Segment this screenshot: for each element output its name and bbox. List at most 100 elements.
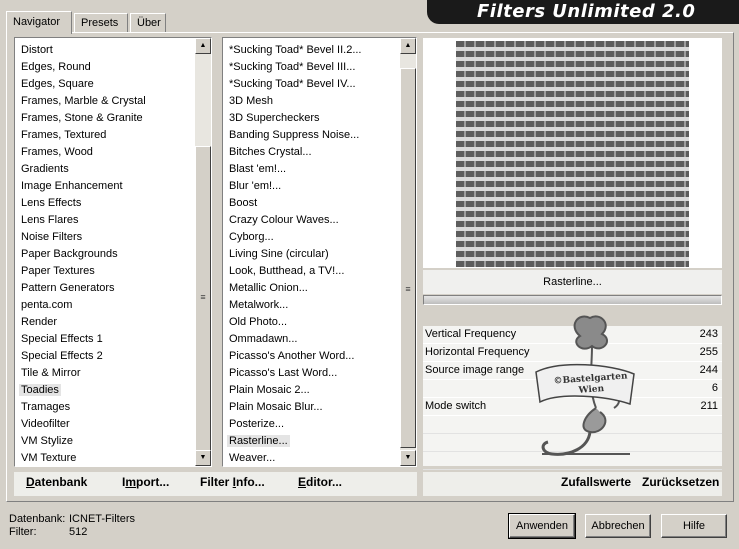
tab-navigator[interactable]: Navigator	[6, 11, 72, 34]
category-item[interactable]: Lens Effects	[15, 195, 146, 212]
category-item[interactable]: Distort	[15, 42, 146, 59]
filter-item[interactable]: Old Photo...	[223, 314, 362, 331]
arrow-down-icon[interactable]: ▼	[195, 450, 211, 466]
zufallswerte-button[interactable]: Zufallswerte	[561, 475, 631, 489]
category-item[interactable]: Frames, Textured	[15, 127, 146, 144]
category-item[interactable]: Noise Filters	[15, 229, 146, 246]
datenbank-button[interactable]: Datenbank	[26, 475, 87, 489]
category-item[interactable]: Paper Textures	[15, 263, 146, 280]
category-item[interactable]: Tramages	[15, 399, 146, 416]
filter-item[interactable]: Look, Butthead, a TV!...	[223, 263, 362, 280]
category-item-label: Videofilter	[21, 418, 70, 430]
filter-list[interactable]: *Sucking Toad* Bevel II.2... *Sucking Toa…	[222, 37, 417, 467]
category-item[interactable]: Edges, Round	[15, 59, 146, 76]
filter-count-label: Filter:	[9, 526, 37, 538]
filter-item[interactable]: *Sucking Toad* Bevel II.2...	[223, 42, 362, 59]
category-item[interactable]: Lens Flares	[15, 212, 146, 229]
filter-item[interactable]: Posterize...	[223, 416, 362, 433]
filter-item[interactable]: Blur 'em!...	[223, 178, 362, 195]
import-button[interactable]: Import...	[122, 475, 169, 489]
filter-item-label: Living Sine (circular)	[229, 248, 329, 260]
category-item[interactable]: Videofilter	[15, 416, 146, 433]
filter-item[interactable]: Living Sine (circular)	[223, 246, 362, 263]
category-item[interactable]: Render	[15, 314, 146, 331]
filter-item[interactable]: Picasso's Last Word...	[223, 365, 362, 382]
category-item-label: Frames, Marble & Crystal	[21, 95, 146, 107]
category-item[interactable]: Toadies	[15, 382, 146, 399]
filter-item[interactable]: Ommadawn...	[223, 331, 362, 348]
category-item[interactable]: Frames, Wood	[15, 144, 146, 161]
category-item[interactable]: penta.com	[15, 297, 146, 314]
category-item-label: Noise Filters	[21, 231, 83, 243]
filter-item[interactable]: 3D Supercheckers	[223, 110, 362, 127]
category-scrollbar[interactable]: ▲ ≡ ▼	[195, 38, 211, 466]
category-item[interactable]: Frames, Stone & Granite	[15, 110, 146, 127]
category-item-label: Lens Flares	[21, 214, 79, 226]
filter-item[interactable]: Boost	[223, 195, 362, 212]
category-item-label: Tramages	[21, 401, 71, 413]
category-item[interactable]: Image Enhancement	[15, 178, 146, 195]
editor-button[interactable]: Editor...	[298, 475, 342, 489]
filter-item[interactable]: Rasterline...	[223, 433, 362, 450]
filter-item[interactable]: Cyborg...	[223, 229, 362, 246]
accel-key: E	[298, 475, 307, 489]
filter-item-label: Metalwork...	[229, 299, 289, 311]
arrow-down-icon[interactable]: ▼	[400, 450, 416, 466]
tab-presets[interactable]: Presets	[74, 13, 128, 33]
category-item[interactable]: Edges, Square	[15, 76, 146, 93]
app-title-banner: Filters Unlimited 2.0	[427, 0, 739, 24]
filter-item[interactable]: Metalwork...	[223, 297, 362, 314]
filter-item[interactable]: *Sucking Toad* Bevel III...	[223, 59, 362, 76]
help-button[interactable]: Hilfe	[661, 514, 727, 538]
filter-item[interactable]: 3D Mesh	[223, 93, 362, 110]
category-item-label: Toadies	[19, 384, 61, 396]
category-item[interactable]: Tile & Mirror	[15, 365, 146, 382]
scroll-thumb[interactable]: ≡	[195, 146, 211, 456]
button-label: port...	[136, 475, 170, 489]
filter-item-label: Look, Butthead, a TV!...	[229, 265, 345, 277]
category-item[interactable]: VM Texture	[15, 450, 146, 467]
filter-item[interactable]: Blast 'em!...	[223, 161, 362, 178]
filter-scrollbar[interactable]: ▲ ≡ ▼	[400, 38, 416, 466]
filter-item[interactable]: Bitches Crystal...	[223, 144, 362, 161]
category-item[interactable]: Pattern Generators	[15, 280, 146, 297]
apply-button[interactable]: Anwenden	[508, 513, 576, 539]
category-item[interactable]: Paper Backgrounds	[15, 246, 146, 263]
tab-ueber[interactable]: Über	[130, 13, 166, 33]
accel-key: m	[125, 475, 137, 489]
category-item-label: Frames, Stone & Granite	[21, 112, 143, 124]
filter-item[interactable]: Plain Mosaic 2...	[223, 382, 362, 399]
filter-item[interactable]: Plain Mosaic Blur...	[223, 399, 362, 416]
parameter-label: Mode switch	[425, 400, 487, 412]
filter-info-button[interactable]: Filter Info...	[200, 475, 265, 489]
category-item-label: Edges, Round	[21, 61, 91, 73]
database-label: Datenbank:	[9, 513, 66, 525]
parameter-label: Source image range	[425, 364, 525, 376]
category-item-label: Special Effects 1	[21, 333, 103, 345]
category-item-label: Edges, Square	[21, 78, 94, 90]
preview-image[interactable]	[456, 41, 689, 267]
cancel-button[interactable]: Abbrechen	[585, 514, 651, 538]
category-item[interactable]: Special Effects 2	[15, 348, 146, 365]
filter-item-label: Ommadawn...	[229, 333, 298, 345]
category-item[interactable]: Gradients	[15, 161, 146, 178]
filter-item[interactable]: Crazy Colour Waves...	[223, 212, 362, 229]
filter-item[interactable]: *Sucking Toad* Bevel IV...	[223, 76, 362, 93]
arrow-up-icon[interactable]: ▲	[195, 38, 211, 54]
filter-item[interactable]: Weaver...	[223, 450, 362, 467]
zuruecksetzen-button[interactable]: Zurücksetzen	[642, 475, 719, 489]
filter-item-label: Blast 'em!...	[229, 163, 287, 175]
category-item-label: penta.com	[21, 299, 73, 311]
category-item[interactable]: Special Effects 1	[15, 331, 146, 348]
category-list[interactable]: Distort Edges, Round Edges, Square Frames, …	[14, 37, 212, 467]
filter-item[interactable]: Banding Suppress Noise...	[223, 127, 362, 144]
progress-bar	[423, 295, 722, 305]
filter-item[interactable]: Metallic Onion...	[223, 280, 362, 297]
scroll-thumb[interactable]: ≡	[400, 68, 416, 448]
arrow-up-icon[interactable]: ▲	[400, 38, 416, 54]
filter-item[interactable]: Picasso's Another Word...	[223, 348, 362, 365]
category-item[interactable]: Frames, Marble & Crystal	[15, 93, 146, 110]
category-item-label: VM Stylize	[21, 435, 73, 447]
category-item-label: Frames, Textured	[21, 129, 107, 141]
category-item[interactable]: VM Stylize	[15, 433, 146, 450]
